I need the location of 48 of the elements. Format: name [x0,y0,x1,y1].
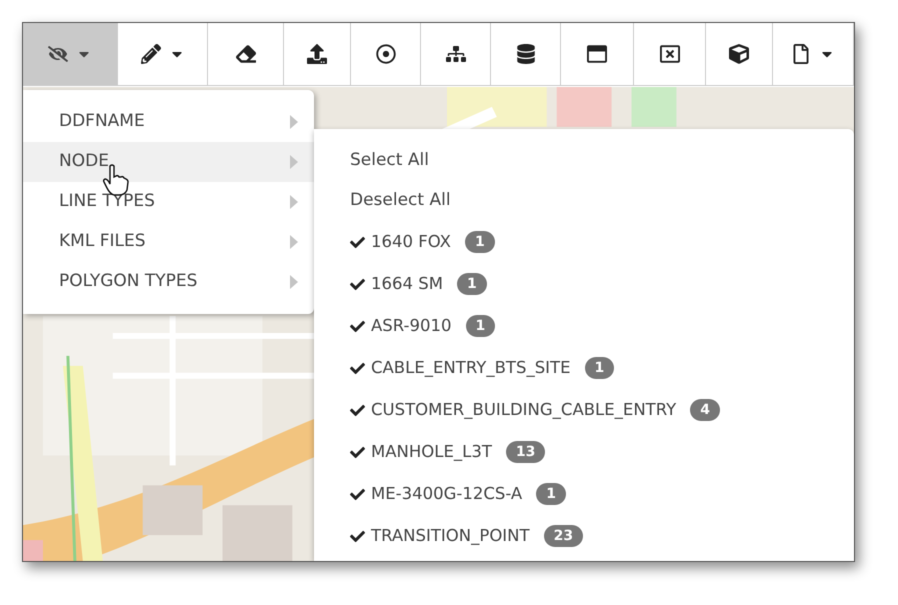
layer-label: 1664 SM [371,272,443,295]
close-box-icon [660,44,680,64]
count-badge: 13 [506,441,546,463]
layer-label: 1640 FOX [371,230,451,253]
menu-item[interactable]: POLYGON TYPES [23,262,314,302]
menu-action[interactable]: Select All [350,148,429,174]
chevron-right-icon [290,195,298,209]
eraser-icon [236,44,256,64]
count-badge: 1 [456,273,487,295]
layer-label: CABLE_ENTRY_BTS_SITE [371,356,571,379]
count-badge: 1 [584,357,614,379]
chevron-right-icon [290,275,298,289]
menu-item[interactable]: NODE [23,142,314,182]
count-badge: 1 [464,231,495,253]
count-badge: 4 [690,399,720,421]
count-badge: 1 [466,315,496,337]
eye-slash-icon [48,44,68,64]
layer-item[interactable]: ASR-9010 1 [350,305,854,347]
layer-label: CUSTOMER_BUILDING_CABLE_ENTRY [371,398,676,421]
toolbar-button[interactable] [23,23,118,85]
layer-label: TRANSITION_POINT [371,524,530,547]
count-badge: 23 [544,525,584,547]
window-icon [587,44,607,64]
layer-item[interactable]: MANHOLE_L3T 13 [350,431,854,473]
menu-item[interactable]: DDFNAME [23,102,314,142]
layer-label: ASR-9010 [371,314,452,337]
pencil-icon [140,44,160,64]
database-icon [516,44,536,64]
layer-item[interactable]: TRANSITION_POINT 23 [350,515,854,557]
menu-item[interactable]: LINE TYPES [23,182,314,222]
layer-item[interactable]: CABLE_ENTRY_BTS_SITE 1 [350,347,854,389]
layer-item[interactable]: 1664 SM 1 [350,263,854,305]
layer-item[interactable]: 1640 FOX 1 [350,221,854,263]
layer-item[interactable]: ME-3400G-12CS-A 1 [350,473,854,515]
chevron-right-icon [290,115,298,129]
target-icon [376,44,396,64]
cube-icon [729,44,749,64]
chevron-right-icon [290,235,298,249]
menu-item[interactable]: KML FILES [23,222,314,262]
menu-action[interactable]: Deselect All [350,188,451,214]
hierarchy-icon [446,44,466,64]
layer-item[interactable]: CUSTOMER_BUILDING_CABLE_ENTRY 4 [350,389,854,431]
layer-label: MANHOLE_L3T [371,440,492,463]
layer-label: ME-3400G-12CS-A [371,482,522,505]
upload-icon [307,44,327,64]
chevron-right-icon [290,155,298,169]
count-badge: 1 [536,483,566,505]
file-icon [791,44,811,64]
